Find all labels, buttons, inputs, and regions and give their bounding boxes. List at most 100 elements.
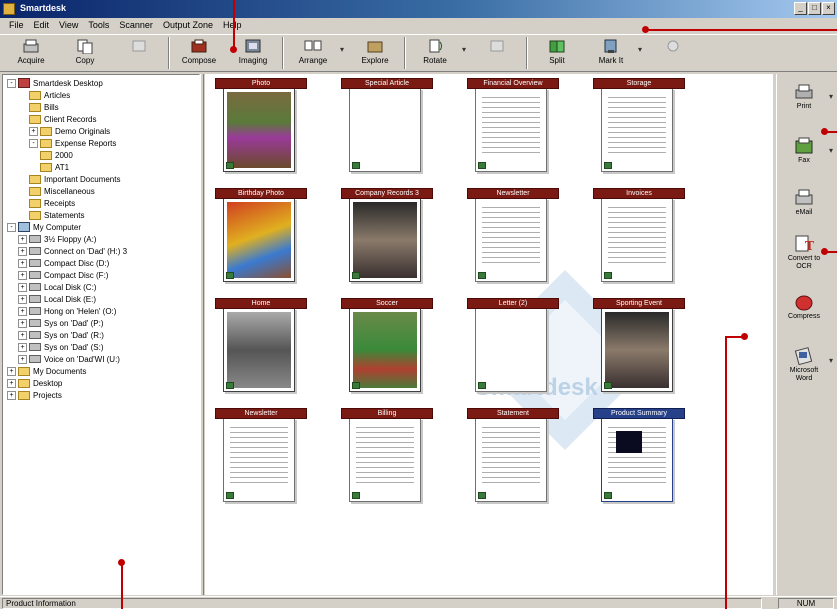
compress-button[interactable]: Compress [781,292,827,321]
fax-button[interactable]: Fax [781,136,827,165]
tree-item[interactable]: Receipts [29,197,75,209]
mark-it-button[interactable]: Mark It [584,35,638,71]
document-pile[interactable]: Financial Overview [467,78,559,178]
minimize-button[interactable]: _ [794,2,807,15]
document-pile[interactable]: Newsletter [467,188,559,288]
expand-icon[interactable]: + [18,258,27,268]
tree-item[interactable]: + Local Disk (C:) [18,281,96,293]
microsoft-word-button[interactable]: Microsoft Word [781,346,827,383]
chevron-down-icon[interactable]: ▾ [829,146,833,155]
tree-item[interactable]: - Expense Reports [29,137,116,149]
document-pile[interactable]: Invoices [593,188,685,288]
document-pile[interactable]: Photo [215,78,307,178]
tree-item[interactable]: Important Documents [29,173,120,185]
document-pile[interactable]: Statement [467,408,559,508]
close-button[interactable]: × [822,2,835,15]
toolbar-button-9[interactable] [470,35,524,71]
print-button[interactable]: Print [781,82,827,111]
callout-dot [118,559,125,566]
expand-icon[interactable]: + [29,126,38,136]
tree-item[interactable]: + Compact Disc (D:) [18,257,109,269]
explore-button[interactable]: Explore [348,35,402,71]
tree-item[interactable]: + Compact Disc (F:) [18,269,108,281]
document-pile[interactable]: Birthday Photo [215,188,307,288]
menu-item-edit[interactable]: Edit [29,18,55,34]
document-pile[interactable]: Storage [593,78,685,178]
toolbar-button-12[interactable] [646,35,700,71]
tree-item[interactable]: + Sys on 'Dad' (S:) [18,341,104,353]
document-pile[interactable]: Billing [341,408,433,508]
document-pile[interactable]: Company Records 3 [341,188,433,288]
tree-item[interactable]: + Demo Originals [29,125,110,137]
acquire-button[interactable]: Acquire [4,35,58,71]
document-pile[interactable]: Soccer [341,298,433,398]
arrange-button[interactable]: Arrange [286,35,340,71]
tree-item[interactable]: + Connect on 'Dad' (H:) 3 [18,245,127,257]
chevron-down-icon[interactable]: ▾ [829,92,833,101]
copy-button[interactable]: Copy [58,35,112,71]
desktop-view[interactable]: Smartdesk PhotoSpecial ArticleFinancial … [205,74,773,595]
tree-item[interactable]: Statements [29,209,84,221]
compose-button[interactable]: Compose [172,35,226,71]
text-lines [608,207,666,267]
document-pile[interactable]: Home [215,298,307,398]
expand-icon[interactable]: + [18,270,27,280]
expand-icon[interactable]: + [18,294,27,304]
expand-icon[interactable]: + [18,306,27,316]
tree-item[interactable]: Articles [29,89,70,101]
tree-item[interactable]: + Sys on 'Dad' (P:) [18,317,104,329]
split-button[interactable]: Split [530,35,584,71]
tree-item[interactable]: + Local Disk (E:) [18,293,96,305]
menu-item-output-zone[interactable]: Output Zone [158,18,218,34]
tree-item[interactable]: AT1 [40,161,69,173]
document-pile[interactable]: Sporting Event [593,298,685,398]
toolbar-button-3[interactable] [112,35,166,71]
tree-item[interactable]: Bills [29,101,59,113]
tree-item[interactable]: + Desktop [7,377,62,389]
collapse-icon[interactable]: - [7,78,16,88]
folder-tree[interactable]: - Smartdesk Desktop Articles Bills Client Re… [2,74,200,595]
document-pile[interactable]: Special Article [341,78,433,178]
tree-item[interactable]: + Voice on 'Dad'WI (U:) [18,353,120,365]
tree-item[interactable]: - Smartdesk Desktop [7,77,103,89]
tree-item[interactable]: +3½ Floppy (A:) [18,233,96,245]
document-pile[interactable]: Newsletter [215,408,307,508]
expand-icon[interactable]: + [18,354,27,364]
menu-item-tools[interactable]: Tools [83,18,114,34]
blue-image [616,431,642,453]
expand-icon[interactable]: + [18,342,27,352]
expand-icon[interactable]: + [18,234,27,244]
email-button[interactable]: eMail [781,188,827,217]
collapse-icon[interactable]: - [29,138,38,148]
tree-item[interactable]: + Projects [7,389,62,401]
expand-icon[interactable]: + [18,330,27,340]
chevron-down-icon[interactable]: ▾ [829,356,833,365]
tree-item[interactable]: + My Documents [7,365,86,377]
tree-item[interactable]: 2000 [40,149,73,161]
tree-item[interactable]: + Hong on 'Helen' (O:) [18,305,116,317]
tree-item[interactable]: Client Records [29,113,96,125]
chevron-down-icon[interactable]: ▾ [462,35,470,54]
rotate-button[interactable]: Rotate [408,35,462,71]
expand-icon[interactable]: + [18,246,27,256]
maximize-button[interactable]: □ [808,2,821,15]
collapse-icon[interactable]: - [7,222,16,232]
chevron-down-icon[interactable]: ▾ [638,35,646,54]
expand-icon[interactable]: + [7,390,16,400]
expand-icon[interactable]: + [18,318,27,328]
expand-icon[interactable]: + [7,366,16,376]
menu-item-file[interactable]: File [4,18,29,34]
document-pile[interactable]: Product Summary [593,408,685,508]
document-pile[interactable]: Letter (2) [467,298,559,398]
expand-icon[interactable]: + [7,378,16,388]
menu-item-scanner[interactable]: Scanner [114,18,158,34]
tree-item[interactable]: Miscellaneous [29,185,95,197]
pane-splitter[interactable] [200,74,204,595]
convert-to-ocr-button[interactable]: T Convert to OCR [781,234,827,271]
tree-item-label: Local Disk (C:) [44,282,97,292]
chevron-down-icon[interactable]: ▾ [340,35,348,54]
tree-item[interactable]: - My Computer [7,221,81,233]
menu-item-view[interactable]: View [54,18,83,34]
tree-item[interactable]: + Sys on 'Dad' (R:) [18,329,104,341]
expand-icon[interactable]: + [18,282,27,292]
